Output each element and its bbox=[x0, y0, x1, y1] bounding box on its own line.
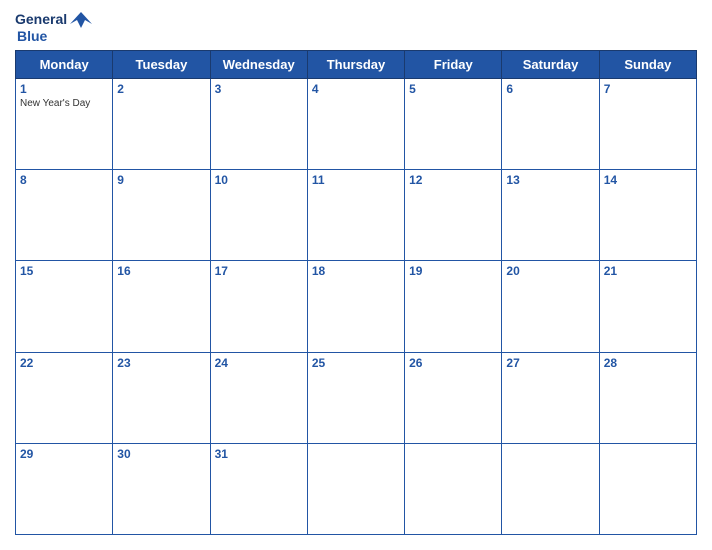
day-number: 13 bbox=[506, 173, 594, 187]
calendar-cell: 31 bbox=[210, 443, 307, 534]
day-number: 1 bbox=[20, 82, 108, 96]
day-number: 22 bbox=[20, 356, 108, 370]
weekday-header-sunday: Sunday bbox=[599, 51, 696, 79]
calendar-cell: 13 bbox=[502, 170, 599, 261]
calendar-cell: 20 bbox=[502, 261, 599, 352]
calendar-cell: 11 bbox=[307, 170, 404, 261]
calendar-cell: 16 bbox=[113, 261, 210, 352]
day-number: 9 bbox=[117, 173, 205, 187]
day-number: 10 bbox=[215, 173, 303, 187]
weekday-header-row: MondayTuesdayWednesdayThursdayFridaySatu… bbox=[16, 51, 697, 79]
day-number: 15 bbox=[20, 264, 108, 278]
day-number: 18 bbox=[312, 264, 400, 278]
day-number: 26 bbox=[409, 356, 497, 370]
day-number: 6 bbox=[506, 82, 594, 96]
calendar-cell: 23 bbox=[113, 352, 210, 443]
day-number: 7 bbox=[604, 82, 692, 96]
calendar-week-row: 29 30 31 bbox=[16, 443, 697, 534]
calendar-cell bbox=[307, 443, 404, 534]
logo: General Blue bbox=[15, 10, 92, 44]
day-number: 21 bbox=[604, 264, 692, 278]
calendar-week-row: 89 10 11 12 13 14 bbox=[16, 170, 697, 261]
day-number: 4 bbox=[312, 82, 400, 96]
calendar-cell bbox=[502, 443, 599, 534]
day-number: 3 bbox=[215, 82, 303, 96]
calendar-cell: 5 bbox=[405, 79, 502, 170]
calendar-cell: 29 bbox=[16, 443, 113, 534]
day-number: 28 bbox=[604, 356, 692, 370]
day-number: 5 bbox=[409, 82, 497, 96]
weekday-header-saturday: Saturday bbox=[502, 51, 599, 79]
day-number: 11 bbox=[312, 173, 400, 187]
calendar-cell: 21 bbox=[599, 261, 696, 352]
calendar-cell: 3 bbox=[210, 79, 307, 170]
day-number: 14 bbox=[604, 173, 692, 187]
holiday-label: New Year's Day bbox=[20, 98, 108, 109]
day-number: 19 bbox=[409, 264, 497, 278]
calendar-cell: 19 bbox=[405, 261, 502, 352]
weekday-header-monday: Monday bbox=[16, 51, 113, 79]
day-number: 17 bbox=[215, 264, 303, 278]
calendar-week-row: 22 23 24 25 26 27 28 bbox=[16, 352, 697, 443]
calendar-cell: 14 bbox=[599, 170, 696, 261]
weekday-header-thursday: Thursday bbox=[307, 51, 404, 79]
top-bar: General Blue bbox=[15, 10, 697, 44]
calendar-cell: 17 bbox=[210, 261, 307, 352]
calendar-cell: 1 New Year's Day bbox=[16, 79, 113, 170]
calendar-cell bbox=[599, 443, 696, 534]
day-number: 23 bbox=[117, 356, 205, 370]
day-number: 8 bbox=[20, 173, 108, 187]
calendar-cell: 8 bbox=[16, 170, 113, 261]
logo-general: General bbox=[15, 11, 67, 27]
day-number: 31 bbox=[215, 447, 303, 461]
day-number: 20 bbox=[506, 264, 594, 278]
calendar-cell: 10 bbox=[210, 170, 307, 261]
calendar-cell: 18 bbox=[307, 261, 404, 352]
calendar-cell: 30 bbox=[113, 443, 210, 534]
day-number: 30 bbox=[117, 447, 205, 461]
day-number: 27 bbox=[506, 356, 594, 370]
calendar-cell: 6 bbox=[502, 79, 599, 170]
calendar-cell: 22 bbox=[16, 352, 113, 443]
calendar-cell: 25 bbox=[307, 352, 404, 443]
calendar-cell: 9 bbox=[113, 170, 210, 261]
day-number: 24 bbox=[215, 356, 303, 370]
calendar-cell: 26 bbox=[405, 352, 502, 443]
day-number: 2 bbox=[117, 82, 205, 96]
calendar-cell: 2 bbox=[113, 79, 210, 170]
calendar-week-row: 15 16 17 18 19 20 21 bbox=[16, 261, 697, 352]
calendar-cell: 4 bbox=[307, 79, 404, 170]
day-number: 25 bbox=[312, 356, 400, 370]
logo-bird-icon bbox=[70, 10, 92, 28]
logo-blue: Blue bbox=[17, 28, 47, 44]
calendar: MondayTuesdayWednesdayThursdayFridaySatu… bbox=[15, 50, 697, 535]
day-number: 29 bbox=[20, 447, 108, 461]
calendar-cell: 27 bbox=[502, 352, 599, 443]
calendar-cell bbox=[405, 443, 502, 534]
calendar-cell: 12 bbox=[405, 170, 502, 261]
day-number: 12 bbox=[409, 173, 497, 187]
calendar-week-row: 1 New Year's Day 234567 bbox=[16, 79, 697, 170]
day-number: 16 bbox=[117, 264, 205, 278]
calendar-cell: 24 bbox=[210, 352, 307, 443]
calendar-cell: 28 bbox=[599, 352, 696, 443]
weekday-header-wednesday: Wednesday bbox=[210, 51, 307, 79]
calendar-cell: 7 bbox=[599, 79, 696, 170]
calendar-cell: 15 bbox=[16, 261, 113, 352]
weekday-header-friday: Friday bbox=[405, 51, 502, 79]
weekday-header-tuesday: Tuesday bbox=[113, 51, 210, 79]
